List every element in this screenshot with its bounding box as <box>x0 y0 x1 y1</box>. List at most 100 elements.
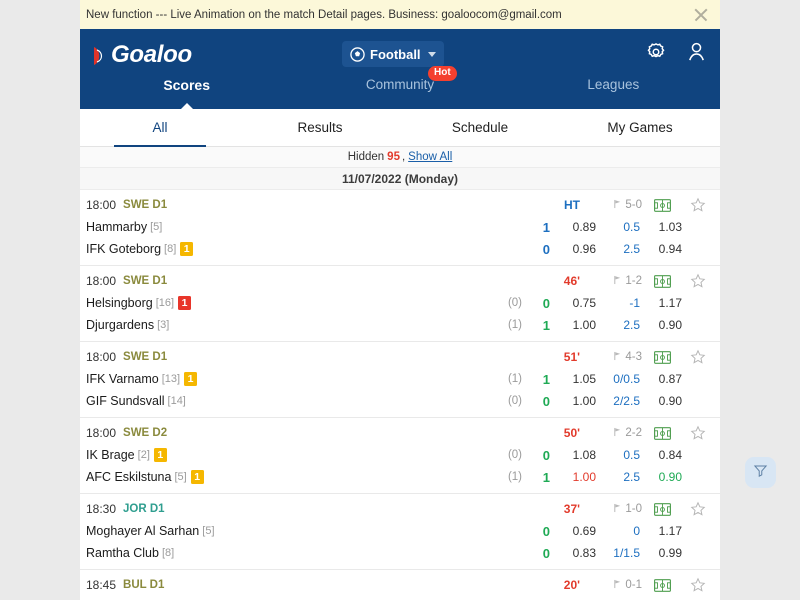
handicap-value[interactable]: 0.5 <box>596 448 640 462</box>
match-team-line[interactable]: Moghayer Al Sarhan [5] 0 0.69 0 1.17 <box>80 520 720 542</box>
team-stats: (1) 1 1.00 2.5 0.90 <box>488 318 714 333</box>
league-name[interactable]: BUL D1 <box>123 579 164 591</box>
gear-icon[interactable] <box>645 41 667 68</box>
pitch-icon[interactable] <box>642 198 682 212</box>
match-row[interactable]: 18:00 SWE D2 50' 2-2 IK Brage [2] 1 (0) … <box>80 418 720 494</box>
star-icon[interactable] <box>682 349 714 365</box>
odds-value-secondary[interactable]: 0.87 <box>640 372 682 386</box>
user-icon[interactable] <box>685 40 708 68</box>
match-header-line: 18:45 BUL D1 20' 0-1 <box>80 574 720 596</box>
pitch-icon[interactable] <box>642 350 682 364</box>
star-icon[interactable] <box>682 197 714 213</box>
tab-my-games[interactable]: My Games <box>560 109 720 146</box>
odds-value-secondary[interactable]: 0.99 <box>640 546 682 560</box>
card-badge: 1 <box>184 372 197 386</box>
team-stats: (0) 0 1.00 2/2.5 0.90 <box>488 394 714 409</box>
handicap-value[interactable]: 2.5 <box>596 470 640 484</box>
filter-button[interactable] <box>745 457 776 488</box>
handicap-value[interactable]: 0.5 <box>596 220 640 234</box>
page-root: New function --- Live Animation on the m… <box>0 0 800 600</box>
close-icon[interactable] <box>692 6 710 24</box>
team-name: GIF Sundsvall <box>86 394 165 408</box>
league-name[interactable]: JOR D1 <box>123 503 165 515</box>
match-team-line[interactable]: Helsingborg [16] 1 (0) 0 0.75 -1 1.17 <box>80 292 720 314</box>
tab-all[interactable]: All <box>80 109 240 147</box>
odds-value-secondary[interactable]: 1.17 <box>640 524 682 538</box>
odds-value-secondary[interactable]: 0.90 <box>640 394 682 408</box>
odds-value[interactable]: 1.05 <box>550 372 596 386</box>
halftime-score-group: 4-3 <box>580 348 642 366</box>
pitch-icon[interactable] <box>642 274 682 288</box>
handicap-value[interactable]: 2.5 <box>596 318 640 332</box>
handicap-value[interactable]: -1 <box>596 296 640 310</box>
pitch-icon[interactable] <box>642 426 682 440</box>
handicap-value[interactable]: 0/0.5 <box>596 372 640 386</box>
halftime-score: 5-0 <box>625 199 642 211</box>
match-status-group: 51' 4-3 <box>546 348 714 366</box>
card-badge: 1 <box>180 242 194 256</box>
odds-value-secondary[interactable]: 0.84 <box>640 448 682 462</box>
handicap-value[interactable]: 2.5 <box>596 242 640 256</box>
league-name[interactable]: SWE D1 <box>123 275 167 287</box>
team-info: IFK Varnamo [13] 1 <box>86 372 488 386</box>
tab-schedule[interactable]: Schedule <box>400 109 560 146</box>
nav-item-scores[interactable]: Scores <box>80 75 293 109</box>
handicap-value[interactable]: 2/2.5 <box>596 394 640 408</box>
odds-value-secondary[interactable]: 0.94 <box>640 242 682 256</box>
match-row[interactable]: 18:30 JOR D1 37' 1-0 Moghayer Al Sarhan … <box>80 494 720 570</box>
star-icon[interactable] <box>682 501 714 517</box>
match-team-line[interactable]: IFK Varnamo [13] 1 (1) 1 1.05 0/0.5 0.87 <box>80 368 720 390</box>
match-team-line[interactable]: Ramtha Club [8] 0 0.83 1/1.5 0.99 <box>80 542 720 564</box>
odds-value[interactable]: 1.00 <box>550 470 596 484</box>
match-team-line[interactable]: GIF Sundsvall [14] (0) 0 1.00 2/2.5 0.90 <box>80 390 720 412</box>
team-name: IK Brage <box>86 448 135 462</box>
show-all-link[interactable]: Show All <box>408 151 452 163</box>
pitch-icon[interactable] <box>642 502 682 516</box>
league-name[interactable]: SWE D2 <box>123 427 167 439</box>
star-icon[interactable] <box>682 425 714 441</box>
odds-value-secondary[interactable]: 0.90 <box>640 318 682 332</box>
odds-value[interactable]: 0.96 <box>550 242 596 256</box>
match-team-line[interactable]: Djurgardens [3] (1) 1 1.00 2.5 0.90 <box>80 314 720 336</box>
odds-value[interactable]: 1.00 <box>550 394 596 408</box>
match-row[interactable]: 18:45 BUL D1 20' 0-1 <box>80 570 720 600</box>
match-row[interactable]: 18:00 SWE D1 HT 5-0 Hammarby [5] 1 0.89 <box>80 190 720 266</box>
goaloo-logo[interactable]: Goaloo <box>92 41 192 69</box>
odds-value[interactable]: 0.69 <box>550 524 596 538</box>
team-stats: 0 0.69 0 1.17 <box>488 524 714 539</box>
odds-value-secondary[interactable]: 1.17 <box>640 296 682 310</box>
handicap-value[interactable]: 1/1.5 <box>596 546 640 560</box>
match-time: 18:00 <box>86 274 117 288</box>
sport-selector[interactable]: Football <box>342 41 444 67</box>
hidden-label: Hidden <box>347 151 385 163</box>
star-icon[interactable] <box>682 273 714 289</box>
team-rank: [3] <box>157 319 170 331</box>
odds-value-secondary[interactable]: 0.90 <box>640 470 682 484</box>
match-team-line[interactable]: IFK Goteborg [8] 1 0 0.96 2.5 0.94 <box>80 238 720 260</box>
match-team-line[interactable]: IK Brage [2] 1 (0) 0 1.08 0.5 0.84 <box>80 444 720 466</box>
odds-value[interactable]: 1.00 <box>550 318 596 332</box>
league-name[interactable]: SWE D1 <box>123 351 167 363</box>
pitch-icon[interactable] <box>642 578 682 592</box>
nav-item-leagues[interactable]: Leagues <box>507 75 720 109</box>
tab-results[interactable]: Results <box>240 109 400 146</box>
match-row[interactable]: 18:00 SWE D1 51' 4-3 IFK Varnamo [13] 1 … <box>80 342 720 418</box>
league-name[interactable]: SWE D1 <box>123 199 167 211</box>
team-rank: [16] <box>155 297 175 309</box>
match-row[interactable]: 18:00 SWE D1 46' 1-2 Helsingborg [16] 1 … <box>80 266 720 342</box>
match-team-line[interactable]: Hammarby [5] 1 0.89 0.5 1.03 <box>80 216 720 238</box>
handicap-value[interactable]: 0 <box>596 524 640 538</box>
match-status-group: 37' 1-0 <box>546 500 714 518</box>
match-status: 46' <box>563 274 580 288</box>
odds-value-secondary[interactable]: 1.03 <box>640 220 682 234</box>
card-badge: 1 <box>178 296 191 310</box>
odds-value[interactable]: 0.89 <box>550 220 596 234</box>
halftime-score-group: 2-2 <box>580 424 642 442</box>
match-team-line[interactable]: AFC Eskilstuna [5] 1 (1) 1 1.00 2.5 0.90 <box>80 466 720 488</box>
team-score: 0 <box>542 523 550 539</box>
odds-value[interactable]: 0.75 <box>550 296 596 310</box>
odds-value[interactable]: 0.83 <box>550 546 596 560</box>
odds-value[interactable]: 1.08 <box>550 448 596 462</box>
nav-item-community[interactable]: Community Hot <box>293 66 506 109</box>
star-icon[interactable] <box>682 577 714 593</box>
